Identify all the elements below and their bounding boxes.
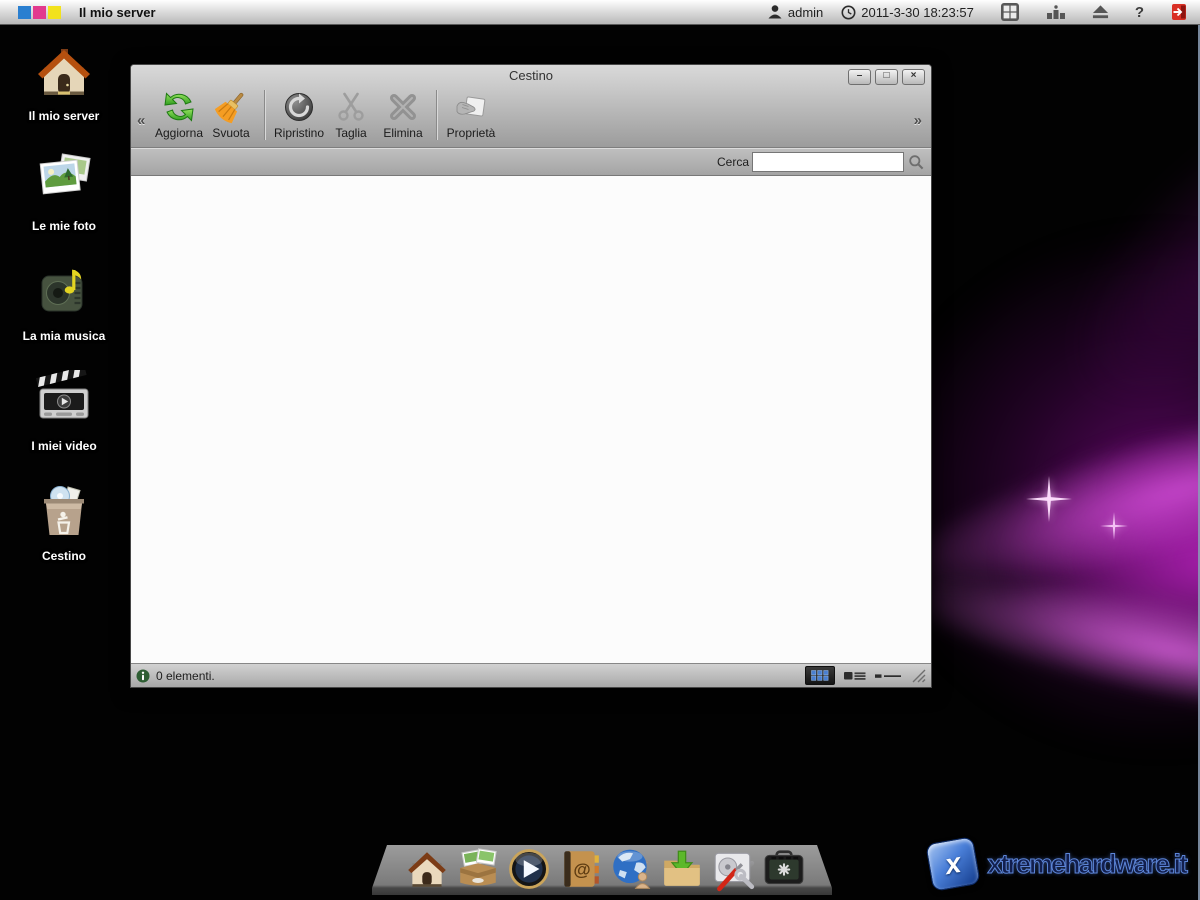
dock-diskutility-icon[interactable] xyxy=(710,846,756,892)
grid-view-button[interactable] xyxy=(805,666,835,685)
home-icon xyxy=(32,40,96,104)
server-title: Il mio server xyxy=(79,5,156,20)
scissors-icon xyxy=(333,89,369,125)
logo-square-blue xyxy=(18,6,31,19)
dock-network-icon[interactable] xyxy=(608,846,654,892)
photos-icon xyxy=(32,150,96,214)
cut-button[interactable]: Taglia xyxy=(325,89,377,140)
refresh-button[interactable]: Aggiorna xyxy=(153,89,205,140)
devices-icon[interactable] xyxy=(1046,5,1066,20)
toolbar-label: Ripristino xyxy=(274,126,324,140)
help-icon[interactable]: ? xyxy=(1135,4,1144,21)
minimize-button[interactable]: – xyxy=(848,69,871,85)
file-list-area[interactable] xyxy=(131,176,931,663)
search-label: Cerca xyxy=(717,155,749,169)
search-bar: Cerca xyxy=(131,148,931,176)
dock-downloads-icon[interactable] xyxy=(659,846,705,892)
list-view-button[interactable] xyxy=(844,670,866,682)
toolbar-overflow-left-icon[interactable]: « xyxy=(137,112,145,129)
brand-logo xyxy=(18,6,61,19)
trash-icon xyxy=(32,480,96,544)
status-bar: 0 elementi. xyxy=(131,663,931,687)
desktop-screen: Il mio server admin 2011-3-30 18:23:57 ? xyxy=(0,0,1200,900)
window-titlebar[interactable]: Cestino – □ × xyxy=(131,65,931,86)
window-title: Cestino xyxy=(131,65,931,86)
music-icon xyxy=(32,260,96,324)
window-header: Cestino – □ × « A xyxy=(131,65,931,148)
toolbar-label: Elimina xyxy=(383,126,422,140)
watermark: x xtremehardware.it xyxy=(929,840,1186,888)
logout-icon[interactable] xyxy=(1170,3,1188,21)
dock-contacts-icon[interactable]: @ xyxy=(557,846,603,892)
xtremehardware-logo: x xyxy=(926,836,982,892)
delete-x-icon xyxy=(385,89,421,125)
datetime: 2011-3-30 18:23:57 xyxy=(861,5,974,20)
desktop-icon-server[interactable]: Il mio server xyxy=(14,40,114,123)
clock-icon xyxy=(841,5,856,20)
desktop-icon-label: Il mio server xyxy=(14,109,114,123)
dock-home-icon[interactable] xyxy=(404,846,450,892)
videos-icon xyxy=(32,370,96,434)
dock-photos-icon[interactable] xyxy=(455,846,501,892)
sparkle-star xyxy=(1100,512,1128,540)
top-menubar: Il mio server admin 2011-3-30 18:23:57 ? xyxy=(0,0,1200,25)
desktop-icon-photos[interactable]: Le mie foto xyxy=(14,150,114,233)
item-count: 0 elementi. xyxy=(156,669,215,683)
magnifier-icon[interactable] xyxy=(908,154,924,170)
user-icon xyxy=(767,4,783,20)
desktop-icon-videos[interactable]: I miei video xyxy=(14,370,114,453)
svg-text:@: @ xyxy=(573,859,590,879)
logo-square-yellow xyxy=(48,6,61,19)
desktop-icon-label: La mia musica xyxy=(14,329,114,343)
maximize-button[interactable]: □ xyxy=(875,69,898,85)
toolbar-label: Taglia xyxy=(335,126,366,140)
refresh-icon xyxy=(161,89,197,125)
dock-toolbox-icon[interactable] xyxy=(761,846,807,892)
watermark-logo-letter: x xyxy=(943,847,964,881)
logo-square-pink xyxy=(33,6,46,19)
watermark-text: xtremehardware.it xyxy=(987,849,1186,880)
username[interactable]: admin xyxy=(788,5,823,20)
cestino-window: Cestino – □ × « A xyxy=(130,64,932,688)
wallpaper-streak xyxy=(1017,35,1200,465)
info-icon xyxy=(136,669,150,683)
restore-button[interactable]: Ripristino xyxy=(273,89,325,140)
eject-icon[interactable] xyxy=(1092,5,1109,19)
toolbar-separator xyxy=(264,90,266,140)
resize-grip[interactable] xyxy=(912,669,926,683)
desktop-icon-label: Le mie foto xyxy=(14,219,114,233)
empty-trash-button[interactable]: Svuota xyxy=(205,89,257,140)
dock-player-icon[interactable] xyxy=(506,846,552,892)
dock: @ xyxy=(372,845,832,895)
desktop-icon-label: Cestino xyxy=(14,549,114,563)
sparkle-star xyxy=(1026,476,1072,522)
wallpaper-streak xyxy=(886,543,1200,757)
toolbar-separator xyxy=(436,90,438,140)
apps-grid-icon[interactable] xyxy=(1000,2,1020,22)
broom-icon xyxy=(213,89,249,125)
window-toolbar: « Aggiorna xyxy=(131,86,931,150)
toolbar-label: Aggiorna xyxy=(155,126,203,140)
toolbar-label: Proprietà xyxy=(447,126,496,140)
properties-button[interactable]: Proprietà xyxy=(445,89,497,140)
details-view-button[interactable] xyxy=(875,672,901,680)
toolbar-label: Svuota xyxy=(212,126,249,140)
close-button[interactable]: × xyxy=(902,69,925,85)
search-input[interactable] xyxy=(752,152,904,172)
desktop-icon-music[interactable]: La mia musica xyxy=(14,260,114,343)
restore-icon xyxy=(281,89,317,125)
delete-button[interactable]: Elimina xyxy=(377,89,429,140)
desktop-icon-trash[interactable]: Cestino xyxy=(14,480,114,563)
wallpaper-glow-core xyxy=(1000,430,1200,690)
desktop-icon-label: I miei video xyxy=(14,439,114,453)
properties-icon xyxy=(453,89,489,125)
toolbar-overflow-right-icon[interactable]: » xyxy=(914,112,922,129)
